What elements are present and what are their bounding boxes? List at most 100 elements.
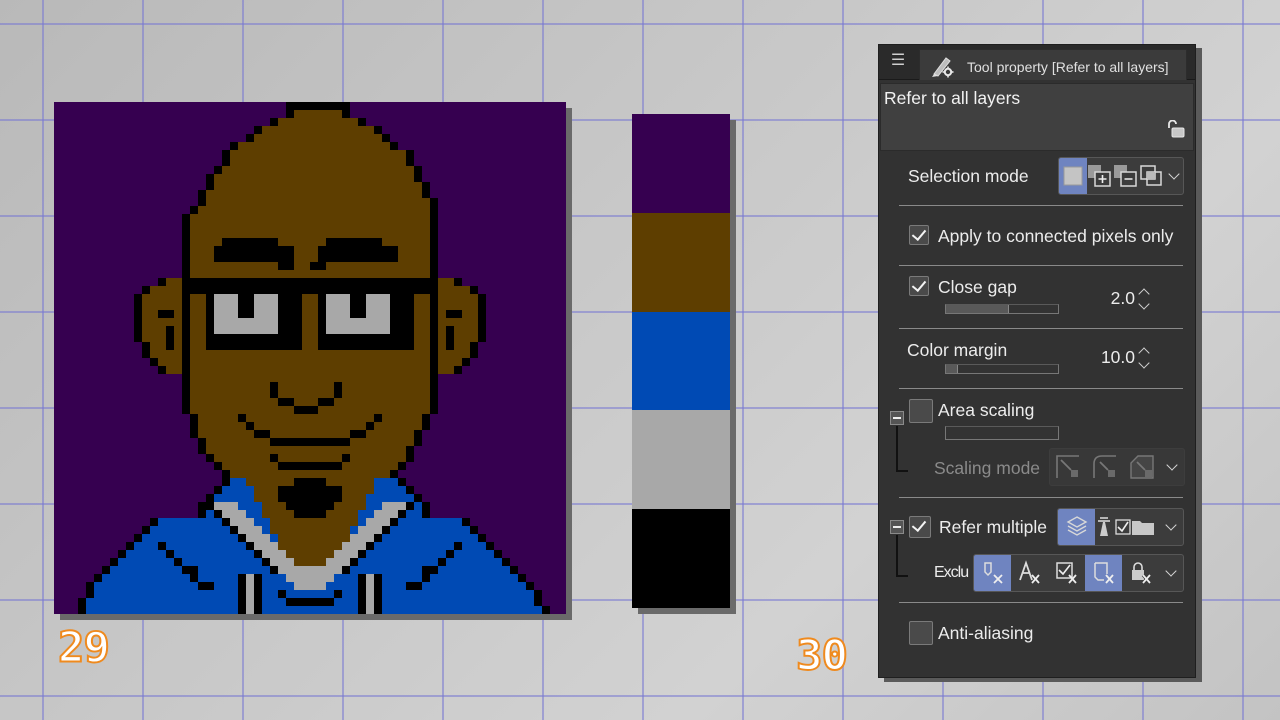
selection-mode-label: Selection mode: [908, 166, 1029, 186]
ear-skin: [142, 326, 182, 334]
collar-outline: [238, 534, 246, 542]
collar-outline: [270, 566, 278, 574]
scale-round-button[interactable]: [1087, 449, 1124, 485]
exclude-paper-button[interactable]: [1085, 555, 1122, 591]
head-skin: [214, 182, 422, 190]
ear-skin: [166, 366, 182, 374]
shirt-collar: [238, 526, 262, 534]
collar-outline: [406, 502, 414, 510]
exclude-paper-icon: [1093, 562, 1114, 584]
collar-outline: [246, 542, 254, 550]
chevron-down-icon: [1165, 565, 1177, 577]
mouth: [270, 438, 350, 446]
selection-mode-group: [1058, 157, 1184, 195]
tab-title: Tool property [Refer to all layers]: [967, 59, 1169, 75]
color-margin-value[interactable]: 10.0: [1075, 347, 1135, 368]
intersect-selection-button[interactable]: [1139, 158, 1165, 194]
eyebrow-left: [214, 246, 294, 262]
add-selection-button[interactable]: [1087, 158, 1113, 194]
close-gap-checkbox[interactable]: [909, 276, 929, 296]
reference-selected-folder-icon: [1098, 517, 1154, 536]
eyebrow-right: [310, 262, 326, 270]
pupil-left: [238, 294, 254, 318]
color-margin-slider[interactable]: [945, 364, 1059, 374]
anti-aliasing-checkbox[interactable]: [909, 621, 933, 645]
slider-fill: [946, 305, 1009, 313]
tab-tool-property[interactable]: Tool property [Refer to all layers]: [919, 49, 1187, 80]
chevron-down-icon: [1165, 519, 1177, 531]
eyebrow-right: [326, 238, 382, 246]
panel-menu-button[interactable]: ☰: [883, 48, 913, 74]
close-gap-value[interactable]: 2.0: [1075, 288, 1135, 309]
scaling-mode-dropdown[interactable]: [1160, 449, 1184, 485]
refer-multiple-dropdown[interactable]: [1159, 509, 1183, 545]
ear-skin: [438, 350, 470, 358]
subtract-selection-button[interactable]: [1113, 158, 1139, 194]
shirt-collar: [334, 550, 358, 558]
ear-skin: [438, 294, 478, 302]
subtract-selection-icon: [1113, 165, 1137, 187]
all-layers-button[interactable]: [1058, 509, 1095, 545]
layers-icon: [1066, 516, 1087, 536]
swatch-grey[interactable]: [632, 410, 730, 510]
color-palette: [632, 114, 730, 608]
area-scaling-label: Area scaling: [938, 400, 1035, 420]
shirt-collar: [262, 550, 286, 558]
shirt-collar: [222, 510, 246, 518]
exclude-draft-button[interactable]: [974, 555, 1011, 591]
chevron-down-icon: [1168, 168, 1180, 180]
area-scaling-collapse-button[interactable]: [890, 411, 904, 425]
apply-connected-checkbox[interactable]: [909, 225, 929, 245]
smile: [246, 422, 254, 430]
pixel-art-portrait: [54, 102, 566, 614]
exclude-locked-button[interactable]: [1122, 555, 1159, 591]
ear-skin: [158, 358, 182, 366]
head-skin: [254, 134, 382, 142]
ear-detail: [446, 310, 462, 318]
area-scaling-checkbox[interactable]: [909, 399, 933, 423]
preset-name: Refer to all layers: [884, 88, 1021, 108]
area-scaling-slider[interactable]: [945, 426, 1059, 440]
exclude-dropdown[interactable]: [1159, 555, 1183, 591]
hoodie: [94, 590, 534, 598]
unlock-icon[interactable]: [1167, 120, 1185, 138]
collar-outline: [342, 566, 350, 574]
ear-skin: [142, 318, 182, 326]
hoodie-fold: [406, 582, 422, 590]
close-gap-slider[interactable]: [945, 304, 1059, 314]
refer-multiple-collapse-button[interactable]: [890, 520, 904, 534]
separator: [899, 388, 1183, 389]
neck-skin: [270, 518, 358, 526]
separator: [899, 328, 1183, 329]
ear-skin: [438, 334, 478, 342]
ear-skin: [438, 286, 470, 294]
exclude-label: Exclu: [934, 564, 969, 581]
close-gap-spinner[interactable]: [1137, 287, 1151, 311]
hoodie-string: [366, 574, 374, 614]
exclude-edit-button[interactable]: [1048, 555, 1085, 591]
selection-mode-dropdown[interactable]: [1165, 158, 1183, 194]
swatch-blue[interactable]: [632, 311, 730, 411]
shirt-collar: [326, 558, 350, 566]
new-selection-button[interactable]: [1059, 158, 1087, 194]
color-margin-spinner[interactable]: [1137, 346, 1151, 370]
nose: [294, 406, 318, 414]
exclude-text-button[interactable]: [1011, 555, 1048, 591]
refer-multiple-checkbox[interactable]: [909, 516, 931, 538]
nose: [270, 382, 278, 398]
scale-bevel-button[interactable]: [1123, 449, 1160, 485]
apply-connected-label: Apply to connected pixels only: [938, 226, 1174, 246]
anti-aliasing-label: Anti-aliasing: [938, 623, 1034, 643]
head-skin: [190, 350, 430, 358]
swatch-brown[interactable]: [632, 212, 730, 312]
swatch-black[interactable]: [632, 509, 730, 608]
head-skin: [190, 366, 430, 374]
scale-square-button[interactable]: [1050, 449, 1087, 485]
ear-skin: [142, 302, 182, 310]
shirt-collar: [246, 534, 270, 542]
reference-selected-folder-button[interactable]: [1095, 509, 1159, 545]
shirt-collar: [342, 542, 366, 550]
swatch-purple[interactable]: [632, 114, 730, 213]
head-skin: [190, 374, 430, 382]
nose: [278, 398, 294, 406]
